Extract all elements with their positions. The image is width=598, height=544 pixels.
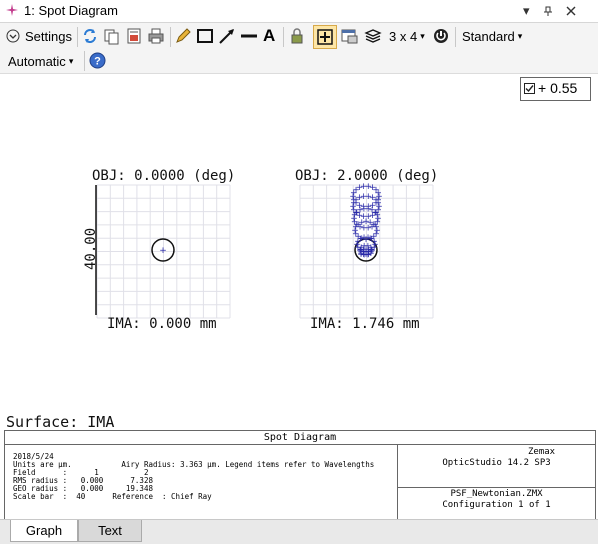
app-logo-icon	[6, 4, 18, 16]
tab-bar: Graph Text	[0, 519, 598, 544]
field-1-obj-label: OBJ: 0.0000 (deg)	[92, 168, 235, 184]
info-config: Configuration 1 of 1	[442, 500, 551, 510]
grid-toggle-button[interactable]	[313, 25, 337, 49]
export-icon[interactable]	[125, 27, 143, 45]
info-scale: Scale bar : 40 Reference : Chief Ray	[13, 492, 212, 501]
tab-text-label: Text	[98, 523, 122, 538]
chevron-down-icon: ▾	[68, 55, 74, 66]
chevron-down-icon: ▾	[420, 30, 425, 41]
window-icon[interactable]	[340, 27, 358, 45]
settings-label: Settings	[25, 28, 72, 44]
standard-dropdown[interactable]: Standard ▾	[462, 27, 522, 45]
chevron-down-icon: ▾	[517, 30, 523, 41]
text-tool-icon[interactable]: A	[263, 26, 275, 45]
divider	[455, 27, 456, 47]
copy-icon[interactable]	[103, 27, 121, 45]
info-file: PSF_Newtonian.ZMX	[450, 489, 543, 499]
spot-point: +	[374, 188, 382, 198]
tab-text[interactable]: Text	[78, 520, 142, 542]
tab-graph[interactable]: Graph	[10, 520, 78, 542]
svg-text:40.00: 40.00	[83, 228, 99, 270]
printer-icon[interactable]	[147, 27, 165, 45]
pin-icon[interactable]	[543, 6, 553, 16]
title-bar: 1: Spot Diagram ▾	[0, 0, 598, 23]
info-title: Spot Diagram	[5, 431, 595, 445]
svg-text:?: ?	[94, 56, 101, 68]
help-icon[interactable]: ?	[89, 52, 106, 69]
layout-label: 3 x 4	[389, 28, 418, 44]
tab-graph-label: Graph	[25, 523, 63, 538]
arrow-icon[interactable]	[218, 27, 236, 45]
field-2-ima-label: IMA: 1.746 mm	[310, 316, 420, 332]
scale-bar-label: 40.00	[83, 228, 99, 270]
line-icon[interactable]	[240, 27, 258, 45]
toolbar-secondary: Automatic ▾ ?	[0, 49, 598, 74]
layers-icon[interactable]	[364, 27, 382, 45]
chevron-down-icon[interactable]: ▾	[523, 3, 530, 19]
close-icon[interactable]	[566, 6, 576, 16]
divider	[398, 487, 595, 488]
info-product: OpticStudio 14.2 SP3	[442, 458, 551, 468]
window-title: 1: Spot Diagram	[24, 3, 118, 18]
divider	[84, 51, 85, 71]
lock-icon[interactable]	[288, 27, 306, 45]
plot-canvas: + 0.55 40.00 OBJ: 0.0000 (deg) IMA: 0.00…	[0, 74, 598, 428]
spot-point-field-1: +	[159, 246, 167, 256]
automatic-label: Automatic	[8, 53, 66, 69]
field-1-ima-label: IMA: 0.000 mm	[107, 316, 217, 332]
settings-button[interactable]: Settings	[6, 27, 72, 45]
info-box: Spot Diagram 2018/5/24 Units are µm. Air…	[4, 430, 596, 520]
divider	[283, 27, 284, 47]
rectangle-icon[interactable]	[196, 27, 214, 45]
chevron-circle-icon	[6, 29, 20, 43]
pencil-icon[interactable]	[174, 27, 192, 45]
spot-point: +	[365, 250, 373, 260]
toolbar: Settings A 3 x 4 ▾ Standard ▾	[0, 23, 598, 49]
crosshair-icon	[317, 29, 333, 45]
divider	[170, 27, 171, 47]
surface-label: Surface: IMA	[6, 413, 114, 428]
spot-points-field-2: ++++++++++++++++++++++++++++++++++++++++…	[349, 182, 383, 261]
automatic-dropdown[interactable]: Automatic ▾	[8, 52, 73, 70]
power-icon[interactable]	[432, 27, 450, 45]
info-vendor: Zemax	[528, 447, 556, 457]
standard-label: Standard	[462, 28, 515, 44]
divider	[77, 27, 78, 47]
layout-dropdown[interactable]: 3 x 4 ▾	[389, 27, 425, 45]
spot-diagram: 40.00 OBJ: 0.0000 (deg) IMA: 0.000 mm OB…	[6, 168, 438, 428]
refresh-icon[interactable]	[81, 27, 99, 45]
